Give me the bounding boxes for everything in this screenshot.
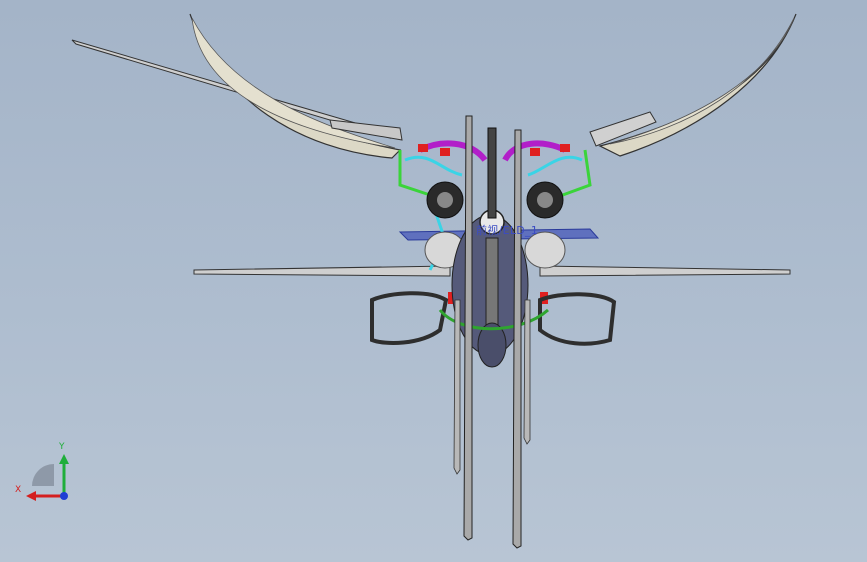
top-mast[interactable] bbox=[487, 127, 497, 219]
x-axis-label: X bbox=[15, 485, 22, 495]
right-horizontal-spar[interactable] bbox=[539, 265, 791, 277]
coordinate-triad: Y X bbox=[12, 440, 72, 510]
left-basket-frame[interactable] bbox=[370, 291, 449, 345]
left-vertical-plate[interactable] bbox=[463, 115, 473, 541]
y-axis-label: Y bbox=[59, 442, 65, 452]
left-horizontal-spar[interactable] bbox=[193, 265, 451, 277]
right-wing[interactable] bbox=[598, 13, 797, 157]
right-vertical-plate[interactable] bbox=[512, 129, 522, 549]
right-basket-frame[interactable] bbox=[538, 292, 617, 346]
ornithopter-model[interactable] bbox=[0, 0, 867, 562]
cad-graphics-viewport[interactable]: 前视/ELD_1 Y X bbox=[0, 0, 867, 562]
plane-label: 前视/ELD_1 bbox=[476, 224, 539, 237]
left-side-fin[interactable] bbox=[453, 299, 461, 475]
right-side-fin[interactable] bbox=[523, 299, 531, 445]
